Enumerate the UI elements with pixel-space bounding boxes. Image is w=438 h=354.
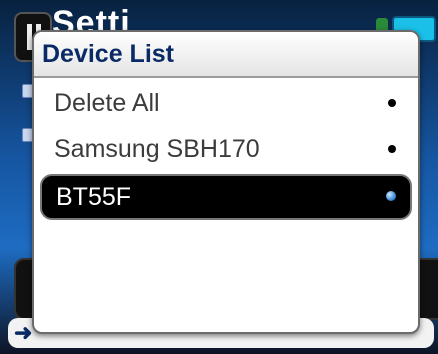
list-item-bt55f[interactable]: BT55F [40,174,412,220]
bullet-icon [388,99,396,107]
list-item-samsung-sbh170[interactable]: Samsung SBH170 [40,128,412,170]
list-item-label: BT55F [56,183,132,211]
bullet-icon [388,145,396,153]
list-item-label: Delete All [54,89,160,117]
selected-bullet-icon [386,191,396,201]
list-item-delete-all[interactable]: Delete All [40,82,412,124]
popup-title: Device List [34,32,418,78]
list-item-label: Samsung SBH170 [54,135,260,163]
device-list-popup: Device List Delete All Samsung SBH170 BT… [32,30,420,334]
